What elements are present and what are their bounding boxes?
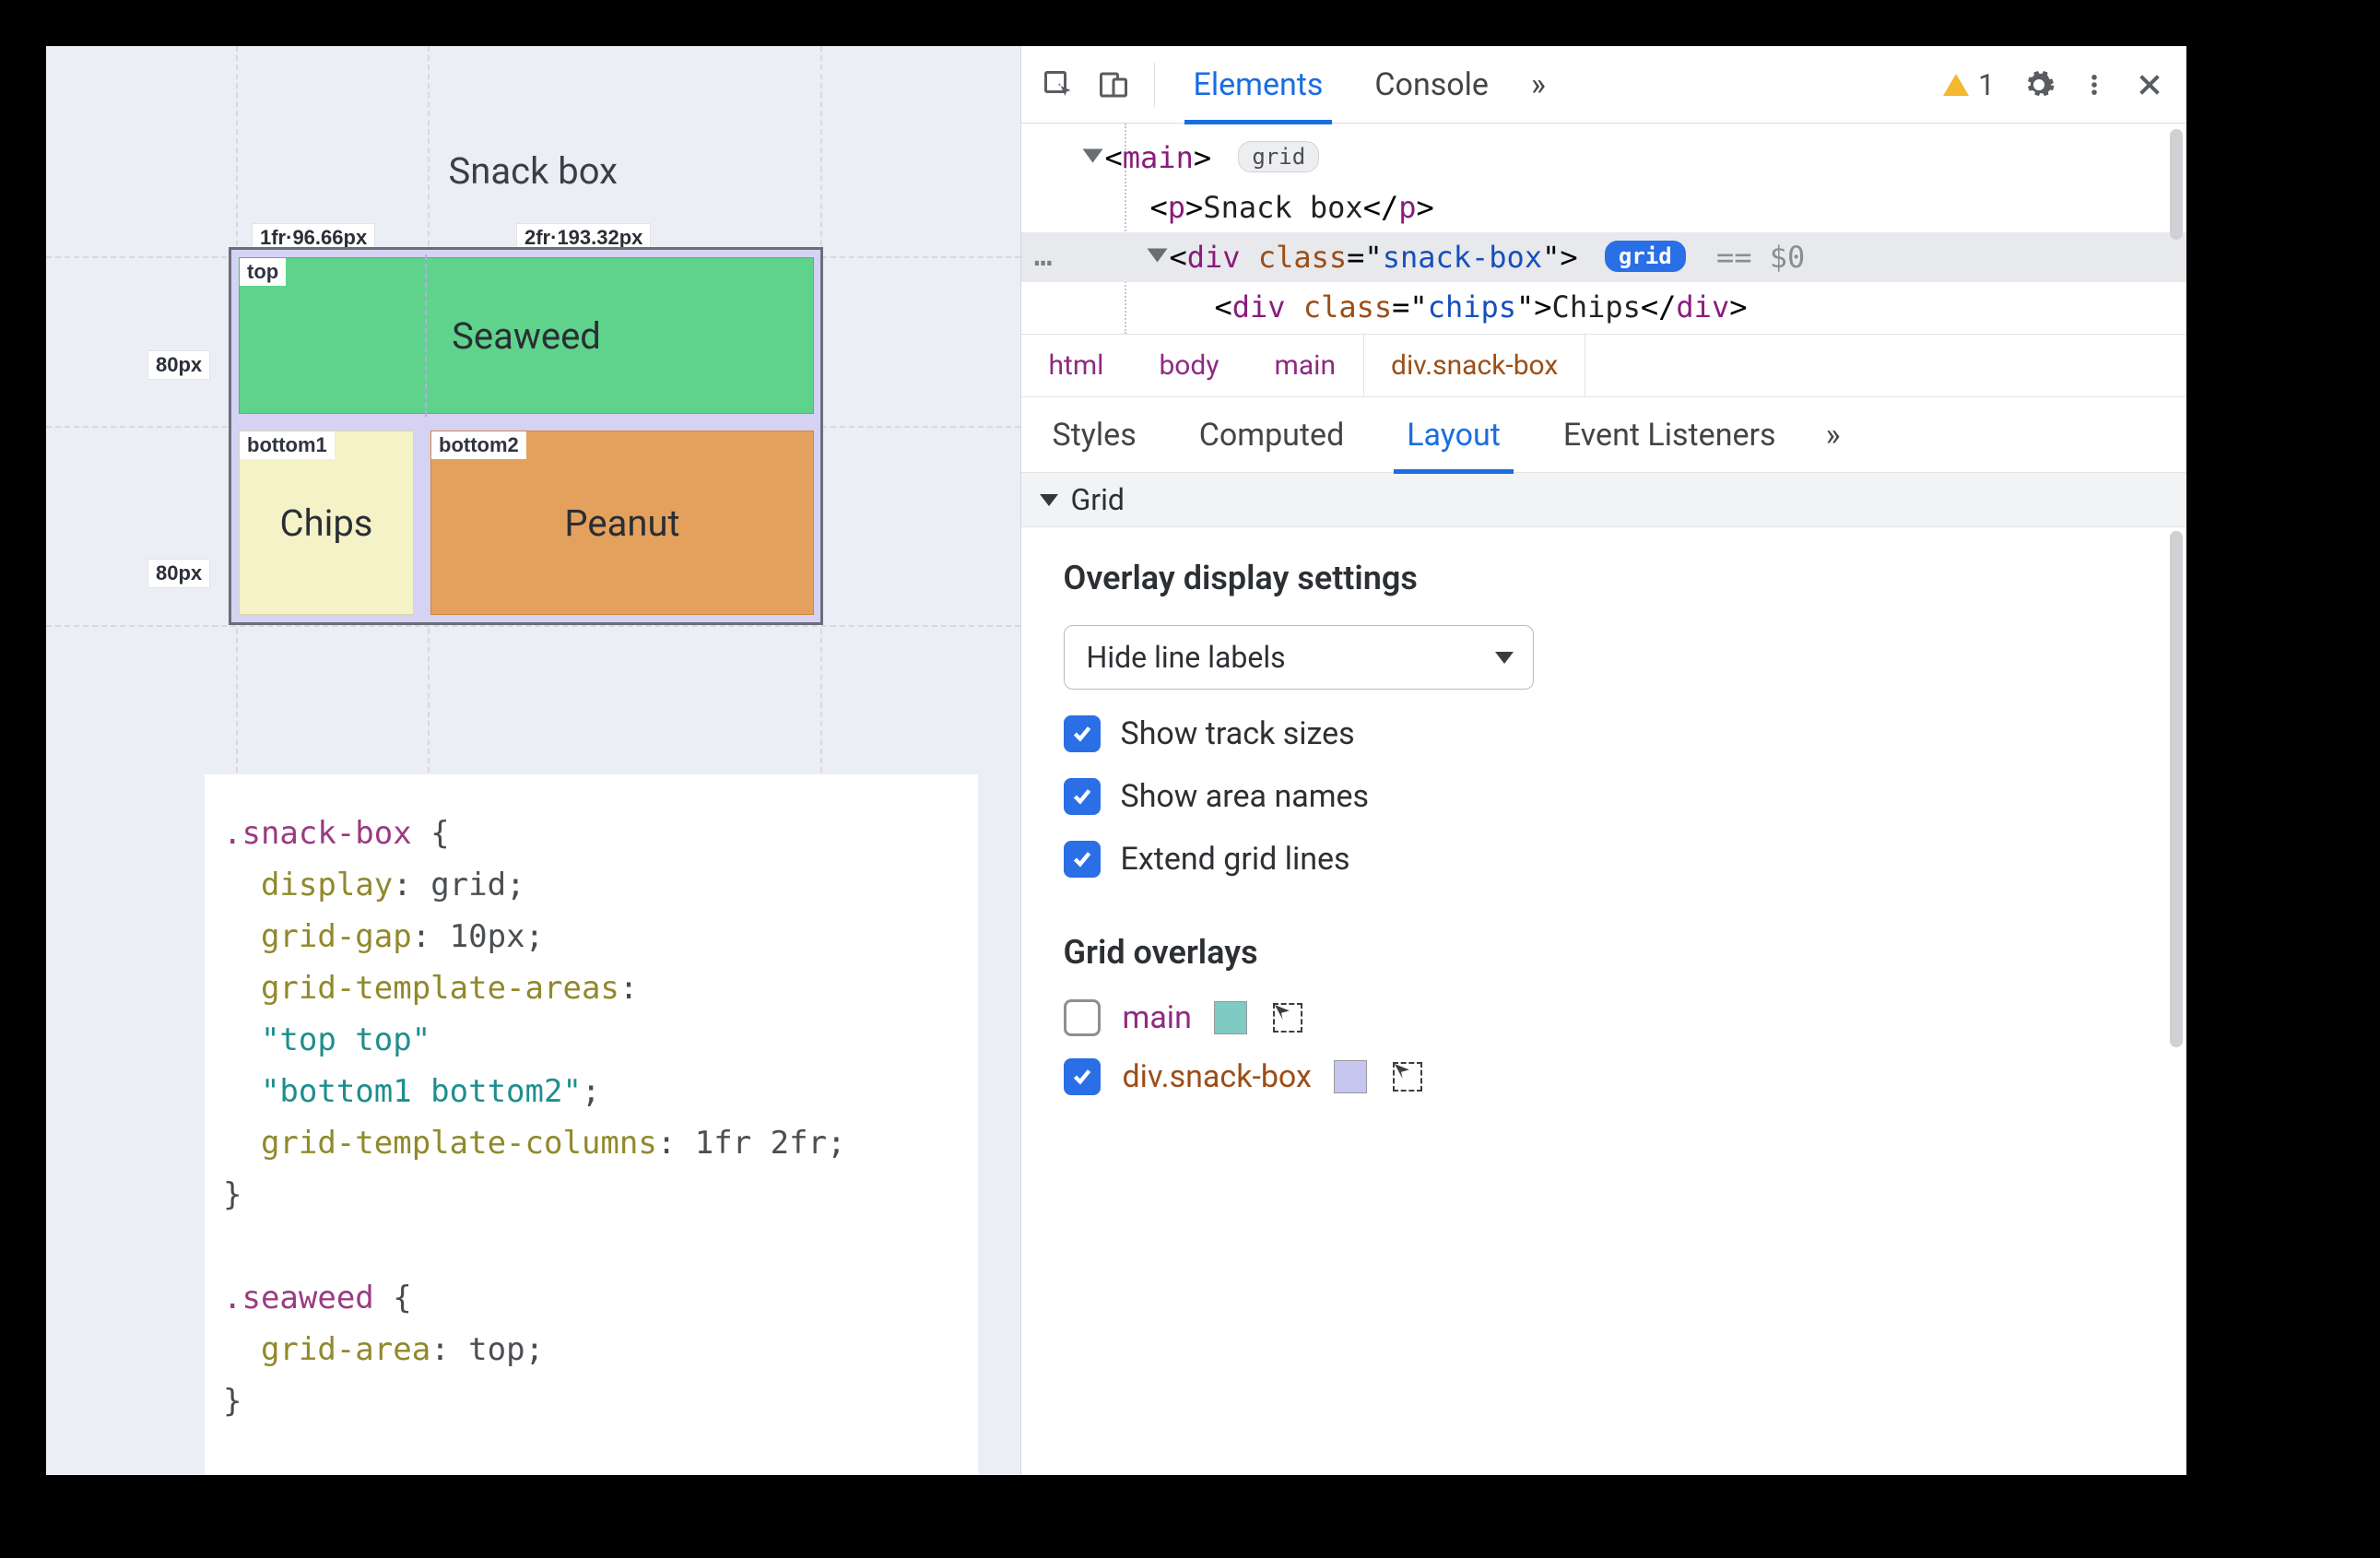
inspect-icon[interactable] [1034,61,1082,109]
warning-icon [1943,74,1969,96]
devtools-toolbar: Elements Console » 1 [1021,46,2187,124]
path-main[interactable]: main [1247,335,1364,396]
rendered-page: Snack box 1fr·96.66px 2fr·193.32px 80px … [46,46,1020,1475]
line-labels-select-value: Hide line labels [1087,640,1286,675]
grid-badge[interactable]: grid [1238,141,1319,172]
area-label-top: top [240,258,286,286]
path-html[interactable]: html [1021,335,1132,396]
page-title: Snack box [449,149,618,193]
cell-seaweed[interactable]: top Seaweed [239,257,814,414]
cell-chips-text: Chips [280,502,373,545]
layout-scrollbar-thumb[interactable] [2170,531,2183,1047]
tab-console-label: Console [1374,66,1489,103]
close-icon[interactable] [2126,61,2174,109]
checkbox-extend-lines[interactable] [1064,841,1101,878]
overlay-main-color-swatch[interactable] [1214,1001,1247,1034]
checkbox-area-names[interactable] [1064,778,1101,815]
area-label-bottom1: bottom1 [240,431,335,459]
element-path-bar: html body main div.snack-box [1021,334,2187,397]
warning-count: 1 [1978,67,1995,102]
tab-console[interactable]: Console [1349,46,1514,123]
scroll-into-view-icon[interactable] [1389,1058,1426,1095]
chevron-down-icon [1040,494,1058,506]
dom-node-p[interactable]: <p>Snack box</p> [1021,183,2187,232]
path-snack-box[interactable]: div.snack-box [1363,335,1585,396]
gear-icon[interactable] [2015,61,2063,109]
cell-peanut-text: Peanut [564,502,679,545]
dom-node-snack-box[interactable]: <div class="snack-box"> grid == $0 [1021,232,2187,282]
source-css-preview: .snack-box { display: grid; grid-gap: 10… [205,774,978,1475]
line-labels-select[interactable]: Hide line labels [1064,625,1534,690]
grid-snack-box[interactable]: top Seaweed bottom1 Chips bottom2 Peanut [229,247,823,625]
area-label-bottom2: bottom2 [431,431,526,459]
overlay-snackbox-label[interactable]: div.snack-box [1123,1058,1312,1095]
tabs-overflow-button[interactable]: » [1514,66,1562,103]
dom-scrollbar-thumb[interactable] [2170,129,2183,240]
checkbox-track-sizes[interactable] [1064,715,1101,752]
checkbox-extend-lines-label: Extend grid lines [1121,841,1350,878]
cell-peanut[interactable]: bottom2 Peanut [430,431,814,615]
section-grid-header[interactable]: Grid [1021,473,2187,527]
dom-node-main[interactable]: <main> grid [1021,133,2187,183]
dom-node-chips[interactable]: <div class="chips">Chips</div> [1021,282,2187,332]
subpanel-tabs: Styles Computed Layout Event Listeners » [1021,397,2187,473]
cell-seaweed-text: Seaweed [452,314,601,358]
device-toolbar-icon[interactable] [1090,61,1137,109]
overlay-main-label[interactable]: main [1123,999,1192,1036]
kebab-menu-icon[interactable] [2070,61,2118,109]
grid-overlays-title: Grid overlays [1064,933,2145,972]
selected-eq-var: == $0 [1716,240,1805,275]
grid-badge-active[interactable]: grid [1605,241,1686,272]
chevron-down-icon [1495,652,1514,664]
checkbox-area-names-label: Show area names [1121,778,1370,815]
layout-panel-body: Overlay display settings Hide line label… [1021,527,2187,1143]
path-body[interactable]: body [1131,335,1246,396]
dom-tree[interactable]: <main> grid <p>Snack box</p> <div class=… [1021,124,2187,334]
devtools-panel: Elements Console » 1 [1020,46,2187,1475]
scroll-into-view-icon[interactable] [1269,999,1306,1036]
section-grid-label: Grid [1071,482,1125,517]
track-size-row-1: 80px [147,350,210,380]
subtab-styles[interactable]: Styles [1021,397,1168,472]
track-size-row-2: 80px [147,559,210,588]
overlay-settings-title: Overlay display settings [1064,559,2145,597]
checkbox-track-sizes-label: Show track sizes [1121,715,1355,752]
subtab-computed[interactable]: Computed [1168,397,1376,472]
subtab-eventlisteners[interactable]: Event Listeners [1532,397,1808,472]
subtabs-overflow-button[interactable]: » [1808,417,1859,454]
cell-chips[interactable]: bottom1 Chips [239,431,414,615]
overlay-snackbox-color-swatch[interactable] [1334,1060,1367,1093]
subtab-layout[interactable]: Layout [1375,397,1532,472]
overlay-snackbox-checkbox[interactable] [1064,1058,1101,1095]
tab-elements-label: Elements [1194,66,1324,103]
overlay-main-checkbox[interactable] [1064,999,1101,1036]
tab-elements[interactable]: Elements [1168,46,1349,123]
issues-warning-badge[interactable]: 1 [1943,67,1995,102]
